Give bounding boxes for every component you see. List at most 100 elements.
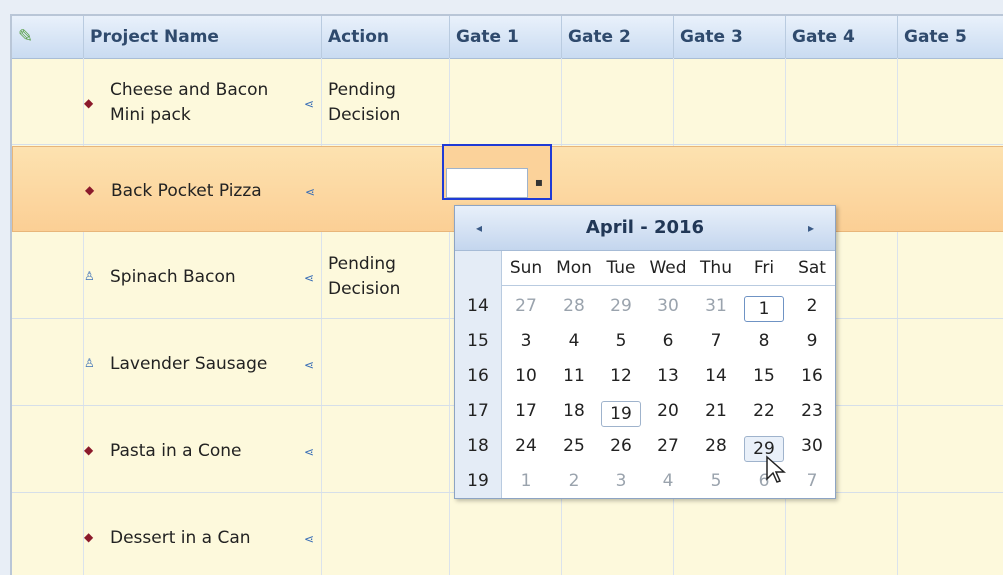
calendar-day[interactable]: 4 [645, 471, 691, 491]
hierarchy-icon[interactable]: ⋖ [304, 271, 314, 285]
calendar-day[interactable]: 28 [693, 436, 739, 456]
week-number: 15 [467, 331, 489, 351]
calendar-day[interactable]: 26 [598, 436, 644, 456]
calendar-day-number: 6 [662, 331, 674, 351]
column-header-gate-5[interactable]: Gate 5 [898, 16, 1003, 58]
calendar-day-number: 17 [515, 401, 537, 421]
mouse-cursor-icon [766, 455, 786, 483]
calendar-day[interactable]: 20 [645, 401, 691, 421]
calendar-day[interactable]: 2 [551, 471, 597, 491]
project-name: Cheese and Bacon [110, 80, 269, 100]
project-name: Pasta in a Cone [110, 441, 242, 461]
flag-icon: ◆ [84, 96, 94, 110]
day-of-week-label: Thu [700, 258, 732, 278]
edit-column-header[interactable]: ✎ [12, 16, 84, 58]
calendar-day[interactable]: 27 [503, 296, 549, 316]
week-number: 18 [467, 436, 489, 456]
calendar-day[interactable]: 31 [693, 296, 739, 316]
calendar-day[interactable]: 5 [598, 331, 644, 351]
calendar-day[interactable]: 30 [789, 436, 835, 456]
project-name: Spinach Bacon [110, 267, 236, 287]
column-header-gate-3[interactable]: Gate 3 [674, 16, 786, 58]
calendar-day-number: 26 [610, 436, 632, 456]
calendar-day[interactable]: 7 [789, 471, 835, 491]
previous-month-icon[interactable]: ◂ [467, 206, 491, 250]
calendar-day[interactable]: 22 [741, 401, 787, 421]
project-name: Lavender Sausage [110, 354, 268, 374]
column-header-project-name[interactable]: Project Name [84, 16, 322, 58]
action-text-line2: Decision [328, 279, 401, 299]
hierarchy-icon[interactable]: ⋖ [304, 445, 314, 459]
calendar-day[interactable]: 1 [503, 471, 549, 491]
table-row[interactable]: ◆ Cheese and Bacon Mini pack ⋖ Pending D… [12, 59, 1003, 145]
calendar-day-number: 10 [515, 366, 537, 386]
calendar-day-selected[interactable]: 19 [598, 401, 644, 427]
calendar-day-number: 7 [806, 471, 818, 491]
calendar-day-today[interactable]: 1 [741, 296, 787, 322]
calendar-day[interactable]: 12 [598, 366, 644, 386]
calendar-day-number: 1 [744, 296, 784, 322]
week-number: 19 [467, 471, 489, 491]
calendar-day[interactable]: 2 [789, 296, 835, 316]
day-of-week-label: Sun [509, 258, 543, 278]
calendar-day-number: 13 [657, 366, 679, 386]
day-of-week-label: Sat [798, 258, 826, 278]
hierarchy-icon[interactable]: ⋖ [305, 185, 315, 199]
hierarchy-icon[interactable]: ⋖ [304, 358, 314, 372]
calendar-day-number: 12 [610, 366, 632, 386]
calendar-day[interactable]: 4 [551, 331, 597, 351]
calendar-day[interactable]: 29 [598, 296, 644, 316]
column-header-action[interactable]: Action [322, 16, 450, 58]
column-header-gate-1[interactable]: Gate 1 [450, 16, 562, 58]
calendar-day[interactable]: 18 [551, 401, 597, 421]
column-header-gate-4[interactable]: Gate 4 [786, 16, 898, 58]
calendar-day[interactable]: 3 [598, 471, 644, 491]
calendar-dropdown-button[interactable]: ▪ [530, 172, 548, 192]
calendar-day[interactable]: 8 [741, 331, 787, 351]
calendar-day[interactable]: 24 [503, 436, 549, 456]
calendar-day[interactable]: 7 [693, 331, 739, 351]
calendar-day[interactable]: 15 [741, 366, 787, 386]
days-of-week-divider [501, 285, 835, 286]
calendar-day-number: 19 [601, 401, 641, 427]
calendar-day[interactable]: 11 [551, 366, 597, 386]
hierarchy-icon[interactable]: ⋖ [304, 97, 314, 111]
calendar-day-number: 8 [758, 331, 770, 351]
action-text: Pending [328, 80, 396, 100]
gate-1-date-editor[interactable]: ▪ [442, 144, 552, 200]
calendar-day[interactable]: 6 [645, 331, 691, 351]
person-icon: ♙ [84, 356, 95, 370]
calendar-day-number: 16 [801, 366, 823, 386]
project-name: Back Pocket Pizza [111, 181, 262, 201]
next-month-icon[interactable]: ▸ [799, 206, 823, 250]
calendar-month-title[interactable]: April - 2016 [455, 206, 835, 250]
calendar-day-number: 30 [801, 436, 823, 456]
calendar-day[interactable]: 5 [693, 471, 739, 491]
person-icon: ♙ [84, 269, 95, 283]
calendar-day[interactable]: 27 [645, 436, 691, 456]
calendar-day[interactable]: 14 [693, 366, 739, 386]
calendar-day[interactable]: 10 [503, 366, 549, 386]
calendar-day-number: 27 [657, 436, 679, 456]
calendar-day-number: 30 [657, 296, 679, 316]
calendar-day[interactable]: 13 [645, 366, 691, 386]
calendar-day[interactable]: 3 [503, 331, 549, 351]
calendar-day[interactable]: 17 [503, 401, 549, 421]
calendar-day-number: 21 [705, 401, 727, 421]
calendar-day-number: 28 [563, 296, 585, 316]
action-text: Pending [328, 254, 396, 274]
calendar-day[interactable]: 9 [789, 331, 835, 351]
action-text-line2: Decision [328, 105, 401, 125]
calendar-day[interactable]: 25 [551, 436, 597, 456]
calendar-header: April - 2016 ◂ ▸ [455, 206, 835, 251]
calendar-day[interactable]: 30 [645, 296, 691, 316]
calendar-day[interactable]: 23 [789, 401, 835, 421]
table-row[interactable]: ◆ Dessert in a Can ⋖ [12, 494, 1003, 575]
date-input[interactable] [446, 168, 528, 198]
calendar-day[interactable]: 16 [789, 366, 835, 386]
hierarchy-icon[interactable]: ⋖ [304, 532, 314, 546]
calendar-day[interactable]: 28 [551, 296, 597, 316]
calendar-day[interactable]: 21 [693, 401, 739, 421]
calendar-day-number: 31 [705, 296, 727, 316]
column-header-gate-2[interactable]: Gate 2 [562, 16, 674, 58]
